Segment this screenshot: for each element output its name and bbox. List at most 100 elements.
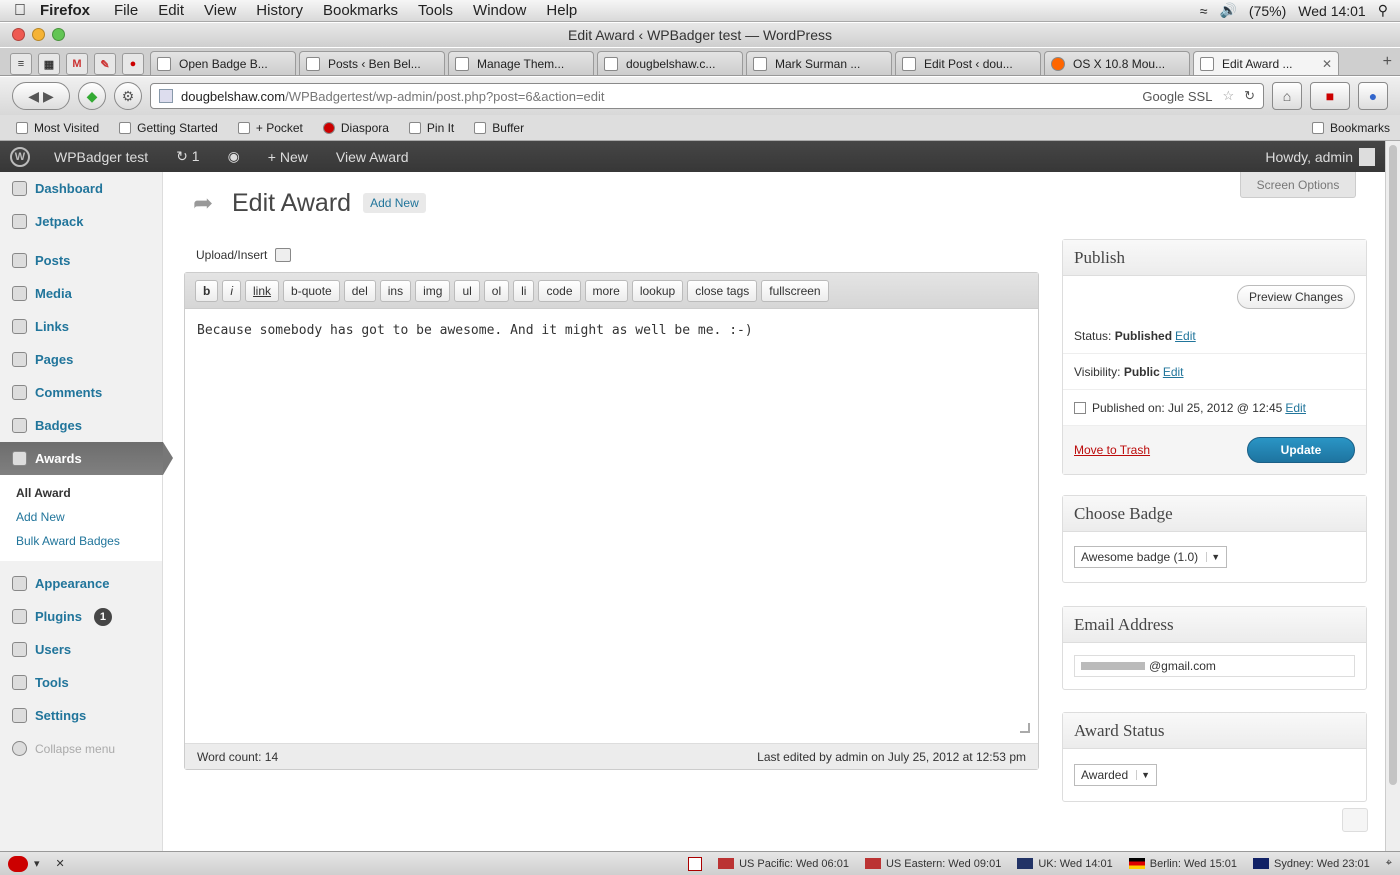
zoom-window-icon[interactable] [52, 28, 65, 41]
star-icon[interactable]: ☆ [1222, 88, 1234, 104]
scrollbar-thumb[interactable] [1389, 145, 1397, 785]
clock-us-pacific[interactable]: US Pacific: Wed 06:01 [718, 858, 849, 870]
close-icon[interactable]: ✕ [56, 857, 65, 870]
menu-edit[interactable]: Edit [158, 2, 184, 19]
sidebar-item-media[interactable]: Media [0, 277, 162, 310]
qt-code-button[interactable]: code [538, 279, 581, 302]
menu-help[interactable]: Help [546, 2, 577, 19]
upload-insert[interactable]: Upload/Insert [196, 248, 292, 262]
qt-fullscreen-button[interactable]: fullscreen [761, 279, 829, 302]
apple-icon[interactable]:  [0, 2, 40, 20]
qt-del-button[interactable]: del [343, 279, 376, 302]
clock-addon-icon[interactable] [688, 856, 703, 871]
browser-tab[interactable]: Open Badge B... [150, 51, 296, 75]
sidebar-item-users[interactable]: Users [0, 633, 162, 666]
back-forward-button[interactable]: ◀ ▶ [12, 82, 70, 110]
sidebar-item-settings[interactable]: Settings [0, 699, 162, 732]
new-tab-icon[interactable]: + [1383, 53, 1392, 75]
battery-status[interactable]: (75%) [1249, 3, 1286, 19]
menu-history[interactable]: History [256, 2, 303, 19]
badge-select[interactable]: Awesome badge (1.0) ▼ [1074, 546, 1228, 568]
sidebar-item-jetpack[interactable]: Jetpack [0, 205, 162, 238]
clock-uk[interactable]: UK: Wed 14:01 [1017, 858, 1113, 870]
minimize-window-icon[interactable] [32, 28, 45, 41]
add-new-button[interactable]: Add New [363, 193, 426, 213]
qt-img-button[interactable]: img [415, 279, 451, 302]
qt-close-tags-button[interactable]: close tags [687, 279, 758, 302]
volume-icon[interactable]: 🔊 [1219, 2, 1236, 19]
screen-options-button[interactable]: Screen Options [1240, 172, 1356, 198]
menu-view[interactable]: View [204, 2, 236, 19]
resize-handle[interactable] [1020, 723, 1030, 733]
spotlight-icon[interactable]: ⚲ [1378, 2, 1388, 19]
profile-icon[interactable]: ● [1358, 82, 1388, 110]
qt-blockquote-button[interactable]: b-quote [283, 279, 340, 302]
sidebar-item-posts[interactable]: Posts [0, 244, 162, 277]
site-name-link[interactable]: WPBadger test [40, 149, 162, 165]
clock-us-eastern[interactable]: US Eastern: Wed 09:01 [864, 858, 1001, 870]
updates-link[interactable]: ↻ 1 [162, 148, 213, 165]
sidebar-item-badges[interactable]: Badges [0, 409, 162, 442]
bookmark-most-visited[interactable]: Most Visited [16, 121, 99, 135]
edit-status-link[interactable]: Edit [1175, 329, 1196, 343]
clock-sydney[interactable]: Sydney: Wed 23:01 [1252, 858, 1370, 870]
submenu-add-new[interactable]: Add New [16, 505, 162, 529]
pinned-tab[interactable]: ≡ [10, 53, 32, 75]
view-award-link[interactable]: View Award [322, 149, 423, 165]
wifi-icon[interactable]: ≈ [1200, 3, 1208, 19]
media-upload-icon[interactable] [275, 248, 292, 262]
update-button[interactable]: Update [1247, 437, 1355, 463]
menubar-clock[interactable]: Wed 14:01 [1298, 3, 1365, 19]
sidebar-item-awards[interactable]: Awards [0, 442, 173, 475]
bookmark-buffer[interactable]: Buffer [474, 121, 524, 135]
sidebar-item-tools[interactable]: Tools [0, 666, 162, 699]
clock-berlin[interactable]: Berlin: Wed 15:01 [1128, 858, 1237, 870]
browser-tab[interactable]: Edit Post ‹ dou... [895, 51, 1041, 75]
qt-bold-button[interactable]: b [195, 279, 219, 302]
bookmarks-menu[interactable]: Bookmarks [1311, 121, 1390, 135]
reload-icon[interactable]: ↻ [1244, 88, 1255, 104]
addon-button[interactable]: ■ [1310, 82, 1350, 110]
bookmark-pin-it[interactable]: Pin It [408, 121, 454, 135]
close-tab-icon[interactable]: ✕ [1322, 57, 1332, 71]
bookmark-diaspora[interactable]: Diaspora [322, 121, 389, 135]
browser-tab-active[interactable]: Edit Award ... ✕ [1193, 51, 1339, 75]
collapse-menu-button[interactable]: Collapse menu [0, 732, 162, 765]
sidebar-item-appearance[interactable]: Appearance [0, 567, 162, 600]
browser-tab[interactable]: dougbelshaw.c... [597, 51, 743, 75]
qt-li-button[interactable]: li [513, 279, 535, 302]
bookmark-getting-started[interactable]: Getting Started [119, 121, 218, 135]
menu-file[interactable]: File [114, 2, 138, 19]
wordpress-logo-icon[interactable]: W [0, 141, 40, 172]
menu-tools[interactable]: Tools [418, 2, 453, 19]
submenu-bulk-award-badges[interactable]: Bulk Award Badges [16, 529, 162, 553]
account-menu[interactable]: Howdy, admin [1265, 147, 1385, 166]
sidebar-item-comments[interactable]: Comments [0, 376, 162, 409]
menu-bookmarks[interactable]: Bookmarks [323, 2, 398, 19]
preview-changes-button[interactable]: Preview Changes [1236, 285, 1355, 309]
sidebar-item-pages[interactable]: Pages [0, 343, 162, 376]
url-bar[interactable]: dougbelshaw.com/WPBadgertest/wp-admin/po… [150, 83, 1264, 109]
menu-window[interactable]: Window [473, 2, 526, 19]
qt-italic-button[interactable]: i [222, 279, 242, 302]
pinned-tab[interactable]: ▦ [38, 53, 60, 75]
addon-icon[interactable]: ◆ [78, 82, 106, 110]
forward-arrow-icon[interactable]: ▶ [43, 88, 54, 105]
edit-date-link[interactable]: Edit [1285, 401, 1306, 415]
pinned-tab[interactable]: ✎ [94, 53, 116, 75]
home-icon[interactable]: ⌂ [1272, 82, 1302, 110]
qt-more-button[interactable]: more [584, 279, 628, 302]
pinned-tab[interactable]: ● [122, 53, 144, 75]
chevron-down-icon[interactable]: ▾ [34, 857, 40, 870]
qt-lookup-button[interactable]: lookup [631, 279, 684, 302]
browser-tab[interactable]: Manage Them... [448, 51, 594, 75]
editor-textarea[interactable]: Because somebody has got to be awesome. … [185, 309, 1038, 352]
back-arrow-icon[interactable]: ◀ [28, 88, 39, 105]
qt-ul-button[interactable]: ul [454, 279, 480, 302]
submenu-all-award[interactable]: All Award [16, 481, 162, 505]
award-status-select[interactable]: Awarded ▼ [1074, 764, 1158, 786]
new-content-link[interactable]: + New [254, 149, 322, 165]
browser-tab[interactable]: OS X 10.8 Mou... [1044, 51, 1190, 75]
edit-visibility-link[interactable]: Edit [1163, 365, 1184, 379]
sidebar-item-links[interactable]: Links [0, 310, 162, 343]
